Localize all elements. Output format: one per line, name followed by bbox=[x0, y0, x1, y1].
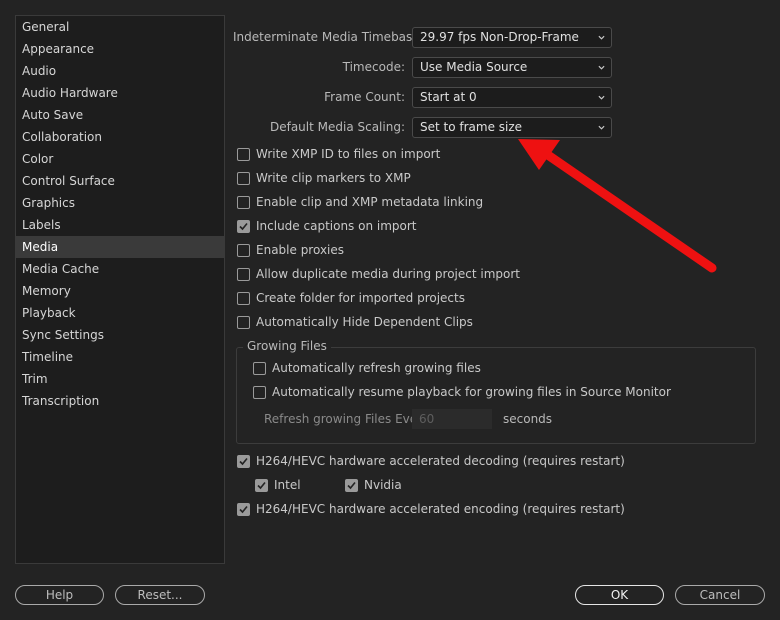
frame-count-label: Frame Count: bbox=[324, 90, 405, 104]
metadata-linking-checkbox[interactable] bbox=[237, 195, 250, 209]
write-clip-markers-label: Write clip markers to XMP bbox=[256, 171, 411, 185]
auto-refresh-checkbox[interactable] bbox=[253, 361, 266, 375]
enable-proxies-option[interactable]: Enable proxies bbox=[237, 243, 344, 257]
intel-label: Intel bbox=[274, 478, 301, 492]
create-folder-checkbox[interactable] bbox=[237, 291, 250, 305]
sidebar-item-media-cache[interactable]: Media Cache bbox=[16, 258, 224, 280]
sidebar-item-sync-settings[interactable]: Sync Settings bbox=[16, 324, 224, 346]
enable-proxies-checkbox[interactable] bbox=[237, 243, 250, 257]
sidebar-item-collaboration[interactable]: Collaboration bbox=[16, 126, 224, 148]
allow-duplicate-media-checkbox[interactable] bbox=[237, 267, 250, 281]
checkmark-icon bbox=[239, 457, 248, 465]
auto-resume-label: Automatically resume playback for growin… bbox=[272, 385, 671, 399]
cancel-button[interactable]: Cancel bbox=[675, 585, 765, 605]
sidebar-item-color[interactable]: Color bbox=[16, 148, 224, 170]
nvidia-option[interactable]: Nvidia bbox=[345, 478, 402, 492]
timecode-label: Timecode: bbox=[342, 60, 405, 74]
help-button[interactable]: Help bbox=[15, 585, 104, 605]
intel-option[interactable]: Intel bbox=[255, 478, 301, 492]
include-captions-label: Include captions on import bbox=[256, 219, 417, 233]
auto-resume-option[interactable]: Automatically resume playback for growin… bbox=[253, 385, 671, 399]
frame-count-value: Start at 0 bbox=[420, 90, 477, 104]
auto-resume-checkbox[interactable] bbox=[253, 385, 266, 399]
write-xmp-id-checkbox[interactable] bbox=[237, 147, 250, 161]
refresh-interval-label: Refresh growing Files Every bbox=[264, 412, 430, 426]
sidebar-item-auto-save[interactable]: Auto Save bbox=[16, 104, 224, 126]
preferences-category-list: General Appearance Audio Audio Hardware … bbox=[15, 15, 225, 564]
intel-checkbox[interactable] bbox=[255, 478, 268, 492]
scaling-value: Set to frame size bbox=[420, 120, 523, 134]
write-xmp-id-option[interactable]: Write XMP ID to files on import bbox=[237, 147, 440, 161]
allow-duplicate-media-option[interactable]: Allow duplicate media during project imp… bbox=[237, 267, 520, 281]
chevron-down-icon bbox=[598, 35, 605, 40]
refresh-interval-unit: seconds bbox=[503, 412, 553, 426]
hw-encoding-label: H264/HEVC hardware accelerated encoding … bbox=[256, 502, 625, 516]
create-folder-label: Create folder for imported projects bbox=[256, 291, 465, 305]
hw-decoding-checkbox[interactable] bbox=[237, 454, 250, 468]
include-captions-checkbox[interactable] bbox=[237, 219, 250, 233]
sidebar-item-memory[interactable]: Memory bbox=[16, 280, 224, 302]
write-clip-markers-option[interactable]: Write clip markers to XMP bbox=[237, 171, 411, 185]
checkmark-icon bbox=[257, 481, 266, 489]
sidebar-item-timeline[interactable]: Timeline bbox=[16, 346, 224, 368]
create-folder-option[interactable]: Create folder for imported projects bbox=[237, 291, 465, 305]
nvidia-label: Nvidia bbox=[364, 478, 402, 492]
metadata-linking-label: Enable clip and XMP metadata linking bbox=[256, 195, 484, 209]
sidebar-item-general[interactable]: General bbox=[16, 16, 224, 38]
scaling-label: Default Media Scaling: bbox=[269, 120, 405, 134]
sidebar-item-media[interactable]: Media bbox=[16, 236, 224, 258]
sidebar-item-labels[interactable]: Labels bbox=[16, 214, 224, 236]
hw-decoding-option[interactable]: H264/HEVC hardware accelerated decoding … bbox=[237, 454, 625, 468]
nvidia-checkbox[interactable] bbox=[345, 478, 358, 492]
enable-proxies-label: Enable proxies bbox=[256, 243, 345, 257]
sidebar-item-graphics[interactable]: Graphics bbox=[16, 192, 224, 214]
frame-count-select[interactable]: Start at 0 bbox=[412, 87, 612, 108]
hw-encoding-checkbox[interactable] bbox=[237, 502, 250, 516]
scaling-select[interactable]: Set to frame size bbox=[412, 117, 612, 138]
checkmark-icon bbox=[239, 505, 248, 513]
hw-decoding-label: H264/HEVC hardware accelerated decoding … bbox=[256, 454, 625, 468]
sidebar-item-control-surface[interactable]: Control Surface bbox=[16, 170, 224, 192]
sidebar-item-appearance[interactable]: Appearance bbox=[16, 38, 224, 60]
hw-encoding-option[interactable]: H264/HEVC hardware accelerated encoding … bbox=[237, 502, 625, 516]
auto-refresh-option[interactable]: Automatically refresh growing files bbox=[253, 361, 481, 375]
chevron-down-icon bbox=[598, 95, 605, 100]
reset-button[interactable]: Reset... bbox=[115, 585, 205, 605]
write-clip-markers-checkbox[interactable] bbox=[237, 171, 250, 185]
refresh-interval-input[interactable]: 60 bbox=[412, 409, 492, 429]
hide-dependent-clips-label: Automatically Hide Dependent Clips bbox=[256, 315, 473, 329]
sidebar-item-trim[interactable]: Trim bbox=[16, 368, 224, 390]
timecode-select[interactable]: Use Media Source bbox=[412, 57, 612, 78]
timecode-value: Use Media Source bbox=[420, 60, 528, 74]
write-xmp-id-label: Write XMP ID to files on import bbox=[256, 147, 441, 161]
hide-dependent-clips-option[interactable]: Automatically Hide Dependent Clips bbox=[237, 315, 473, 329]
chevron-down-icon bbox=[598, 125, 605, 130]
hide-dependent-clips-checkbox[interactable] bbox=[237, 315, 250, 329]
sidebar-item-audio[interactable]: Audio bbox=[16, 60, 224, 82]
chevron-down-icon bbox=[598, 65, 605, 70]
checkmark-icon bbox=[347, 481, 356, 489]
timebase-select[interactable]: 29.97 fps Non-Drop-Frame bbox=[412, 27, 612, 48]
sidebar-item-transcription[interactable]: Transcription bbox=[16, 390, 224, 412]
timebase-value: 29.97 fps Non-Drop-Frame bbox=[420, 30, 579, 44]
growing-files-title: Growing Files bbox=[243, 339, 331, 353]
include-captions-option[interactable]: Include captions on import bbox=[237, 219, 417, 233]
metadata-linking-option[interactable]: Enable clip and XMP metadata linking bbox=[237, 195, 483, 209]
timebase-label: Indeterminate Media Timebase: bbox=[233, 30, 424, 44]
auto-refresh-label: Automatically refresh growing files bbox=[272, 361, 481, 375]
checkmark-icon bbox=[239, 222, 248, 230]
allow-duplicate-media-label: Allow duplicate media during project imp… bbox=[256, 267, 521, 281]
sidebar-item-audio-hardware[interactable]: Audio Hardware bbox=[16, 82, 224, 104]
sidebar-item-playback[interactable]: Playback bbox=[16, 302, 224, 324]
ok-button[interactable]: OK bbox=[575, 585, 664, 605]
